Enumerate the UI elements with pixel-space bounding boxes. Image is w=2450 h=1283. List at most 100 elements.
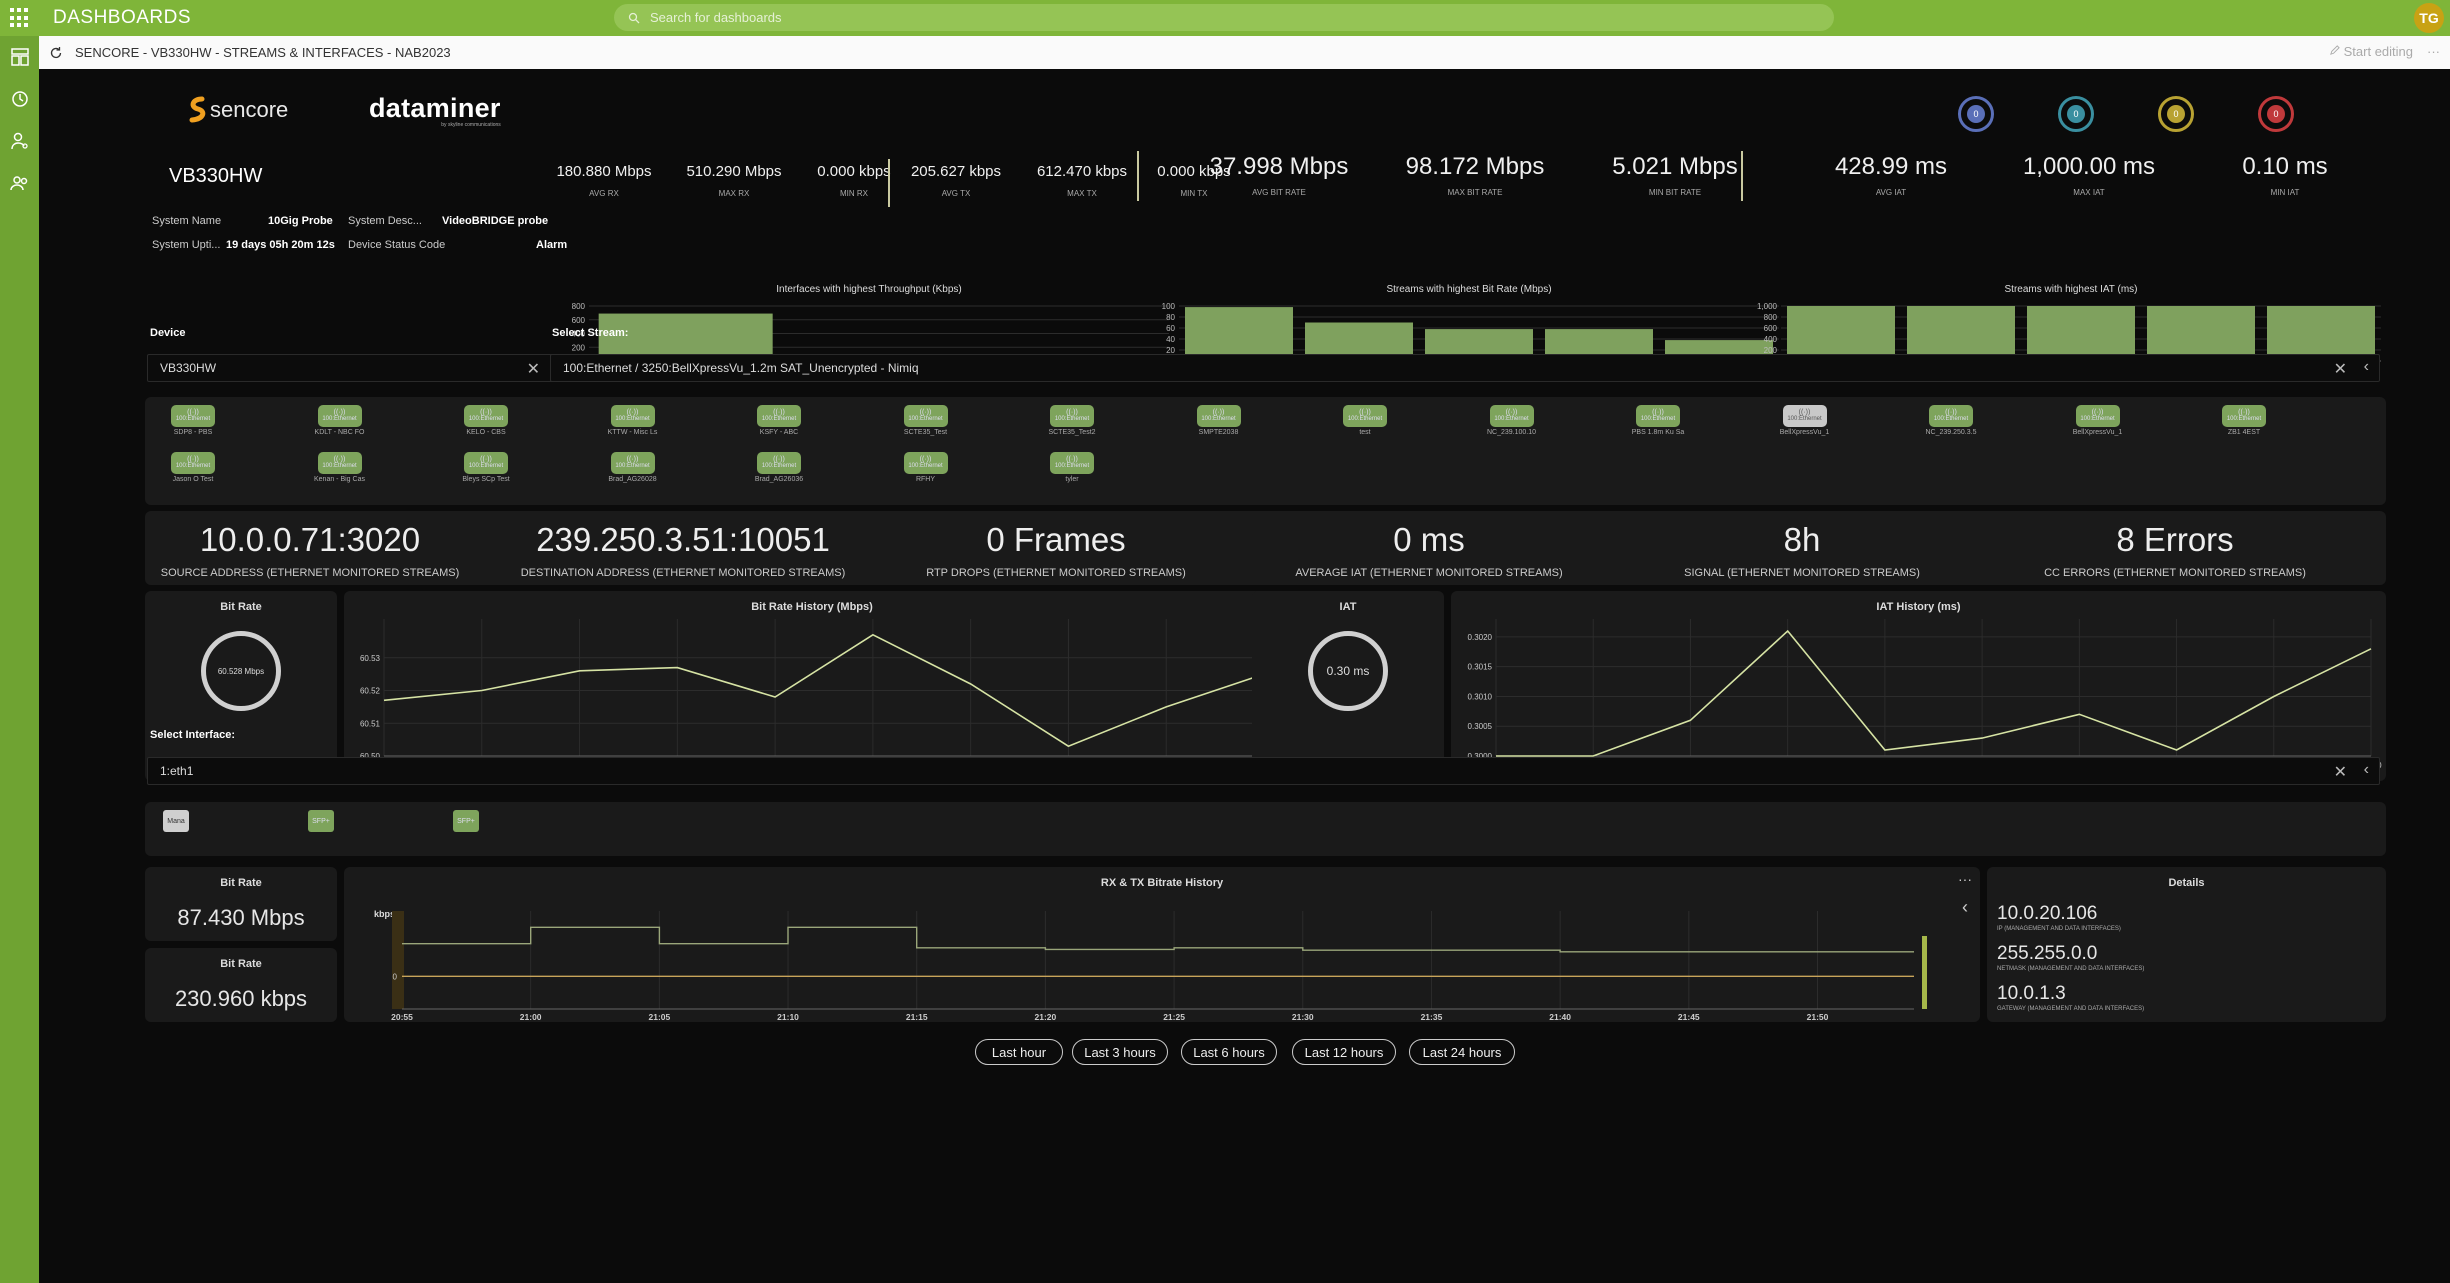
clear-icon[interactable]: ✕ [2334, 762, 2347, 782]
alarm-counter[interactable]: 0 [2258, 96, 2294, 132]
series-line[interactable] [1496, 629, 2372, 757]
stream-name: Bleys SCp Test [462, 476, 510, 483]
stream-chip: ((·)) 100:Ethernet [757, 452, 801, 474]
stream-tile[interactable]: ((·)) 100:Ethernet KTTW - Misc Ls [593, 405, 673, 445]
stream-chip-label: 100:Ethernet [1494, 416, 1529, 422]
range-marker [1922, 936, 1927, 1009]
stream-tile[interactable]: ((·)) 100:Ethernet PBS 1.8m Ku Sa [1618, 405, 1698, 445]
breadcrumb-path: SENCORE - VB330HW - STREAMS & INTERFACES… [75, 45, 451, 60]
interface-tile[interactable]: Mana [163, 810, 189, 832]
stream-tile[interactable]: ((·)) 100:Ethernet KSFY - ABC [739, 405, 819, 445]
stream-tile[interactable]: ((·)) 100:Ethernet SCTE35_Test2 [1032, 405, 1112, 445]
series-line[interactable] [402, 926, 1914, 953]
refresh-icon[interactable] [49, 46, 63, 60]
stream-tile[interactable]: ((·)) 100:Ethernet Jason O Test [153, 452, 233, 492]
cc-errors-label: CC ERRORS (ETHERNET MONITORED STREAMS) [2044, 567, 2306, 579]
stream-select[interactable]: 100:Ethernet / 3250:BellXpressVu_1.2m SA… [550, 354, 2380, 382]
stream-select-label: Select Stream: [552, 327, 629, 339]
y-tick-label: 0.3020 [1468, 633, 1493, 642]
stream-tile[interactable]: ((·)) 100:Ethernet SMPTE2038 [1179, 405, 1259, 445]
stream-tile[interactable]: ((·)) 100:Ethernet SDP8 - PBS [153, 405, 233, 445]
more-options-button[interactable]: ··· [1958, 871, 1972, 887]
interface-bitrate-panel: Bit Rate 87.430 Mbps [145, 867, 337, 941]
y-tick-label: 40 [1166, 335, 1175, 344]
stream-chip: ((·)) 100:Ethernet [464, 405, 508, 427]
bar[interactable] [1907, 306, 2015, 361]
stream-chip: ((·)) 100:Ethernet [317, 405, 362, 427]
device-select[interactable]: VB330HW ✕ ‹ [147, 354, 573, 382]
rtp-drops-label: RTP DROPS (ETHERNET MONITORED STREAMS) [926, 567, 1186, 579]
device-select-label: Device [150, 327, 186, 339]
clear-icon[interactable]: ✕ [2334, 359, 2347, 379]
stream-tile[interactable]: ((·)) 100:Ethernet NC_239.250.3.5 [1911, 405, 1991, 445]
interface-tile[interactable]: SFP+ [308, 810, 334, 832]
chevron-left-icon[interactable]: ‹ [2364, 358, 2369, 376]
last-24-hours-button[interactable]: Last 24 hours [1409, 1039, 1515, 1065]
chevron-left-icon[interactable]: ‹ [2364, 761, 2369, 779]
stream-tile[interactable]: ((·)) 100:Ethernet tyler [1032, 452, 1112, 492]
stream-tile[interactable]: ((·)) 100:Ethernet BellXpressVu_1 [2058, 405, 2138, 445]
interface-tile[interactable]: SFP+ [453, 810, 479, 832]
user-avatar[interactable]: TG [2414, 3, 2444, 33]
broadcast-icon: ((·)) [187, 409, 199, 416]
stream-tile[interactable]: ((·)) 100:Ethernet KDLT - NBC FO [300, 405, 380, 445]
start-editing-button[interactable]: Start editing [2329, 44, 2413, 59]
stream-chip: ((·)) 100:Ethernet [464, 452, 508, 474]
nav-history[interactable] [0, 78, 39, 120]
last-6-hours-button[interactable]: Last 6 hours [1181, 1039, 1277, 1065]
y-tick-label: 0.3015 [1468, 663, 1493, 672]
stream-tile[interactable]: ((·)) 100:Ethernet BellXpressVu_1 [1765, 405, 1845, 445]
app-title[interactable]: DASHBOARDS [53, 7, 191, 29]
stream-name: Kenan - Big Cas [314, 476, 365, 483]
alarm-counter[interactable]: 0 [2058, 96, 2094, 132]
bar[interactable] [2027, 306, 2135, 361]
stream-name: NC_239.100.10 [1486, 429, 1537, 436]
stream-name: Jason O Test [172, 476, 214, 483]
broadcast-icon: ((·)) [480, 456, 492, 463]
nav-shared[interactable] [0, 162, 39, 204]
users-icon [9, 176, 27, 191]
ip-label: IP (MANAGEMENT AND DATA INTERFACES) [1997, 926, 2121, 932]
last-hour-button[interactable]: Last hour [975, 1039, 1063, 1065]
last-3-hours-button[interactable]: Last 3 hours [1072, 1039, 1168, 1065]
stream-chip-label: 100:Ethernet [1201, 416, 1236, 422]
device-info: System Name 10Gig Probe System Desc... V… [152, 215, 572, 275]
stream-tile[interactable]: ((·)) 100:Ethernet Bleys SCp Test [446, 452, 526, 492]
stream-tile[interactable]: ((·)) 100:Ethernet RFHY [886, 452, 966, 492]
collapse-chevron-icon[interactable]: ‹ [1962, 897, 1968, 918]
stream-tile[interactable]: ((·)) 100:Ethernet Kenan - Big Cas [300, 452, 380, 492]
broadcast-icon: ((·)) [1359, 409, 1371, 416]
stream-name: RFHY [915, 476, 936, 483]
nav-dashboards[interactable] [0, 36, 39, 78]
alarm-counter[interactable]: 0 [2158, 96, 2194, 132]
y-axis-label: kbps [374, 909, 395, 919]
stream-kpi-panel: 10.0.0.71:3020 SOURCE ADDRESS (ETHERNET … [145, 511, 2386, 585]
clear-icon[interactable]: ✕ [527, 359, 540, 379]
stream-chip: ((·)) 100:Ethernet [2075, 405, 2120, 427]
kpi-value: 0.10 ms [2242, 153, 2328, 180]
apps-grid-icon[interactable] [10, 8, 30, 28]
last-12-hours-button[interactable]: Last 12 hours [1292, 1039, 1396, 1065]
stream-chip: ((·)) 100:Ethernet [757, 405, 801, 427]
dashboard-search[interactable] [614, 4, 1834, 31]
alarm-counter[interactable]: 0 [1958, 96, 1994, 132]
stream-tile[interactable]: ((·)) 100:Ethernet ZB1 4EST [2204, 405, 2284, 445]
bar[interactable] [2267, 306, 2375, 361]
interface-select[interactable]: 1:eth1 ✕ ‹ [147, 757, 2380, 785]
bar[interactable] [1787, 306, 1895, 361]
kpi-divider [1137, 151, 1139, 201]
stream-tile[interactable]: ((·)) 100:Ethernet Brad_AG26028 [593, 452, 673, 492]
nav-user-settings[interactable] [0, 120, 39, 162]
more-options-button[interactable]: ··· [2427, 44, 2440, 59]
broadcast-icon: ((·)) [1505, 409, 1518, 416]
kpi-label: MIN IAT [2270, 188, 2300, 197]
stream-tile[interactable]: ((·)) 100:Ethernet test [1325, 405, 1405, 445]
stream-tile[interactable]: ((·)) 100:Ethernet SCTE35_Test [886, 405, 966, 445]
bar[interactable] [1185, 307, 1293, 361]
search-input[interactable] [650, 10, 1750, 25]
bar[interactable] [2147, 306, 2255, 361]
stream-tile[interactable]: ((·)) 100:Ethernet Brad_AG26036 [739, 452, 819, 492]
history-icon [11, 91, 28, 107]
stream-tile[interactable]: ((·)) 100:Ethernet KELO - CBS [446, 405, 526, 445]
stream-tile[interactable]: ((·)) 100:Ethernet NC_239.100.10 [1472, 405, 1552, 445]
